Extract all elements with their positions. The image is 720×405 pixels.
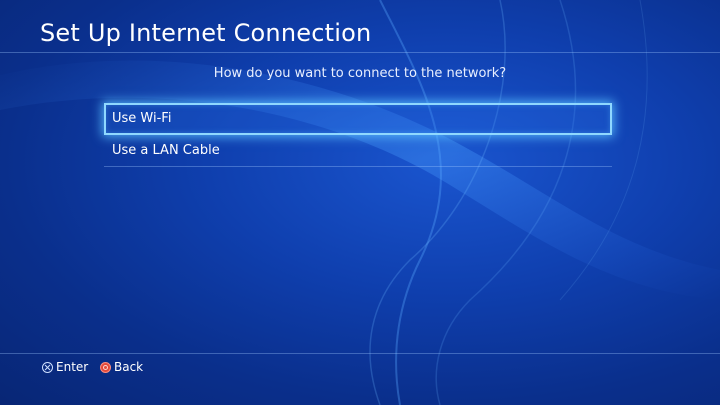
menu-item-use-wifi[interactable]: Use Wi-Fi — [104, 103, 612, 135]
enter-label: Enter — [56, 360, 89, 374]
menu-item-label: Use a LAN Cable — [112, 143, 220, 158]
header-bar: Set Up Internet Connection — [0, 0, 720, 53]
footer-bar: Enter Back — [0, 353, 720, 405]
page-title: Set Up Internet Connection — [40, 19, 372, 47]
enter-hint[interactable]: Enter — [42, 360, 88, 374]
connection-menu: Use Wi-Fi Use a LAN Cable — [104, 103, 612, 167]
back-hint[interactable]: Back — [100, 360, 143, 374]
background-wave — [0, 0, 720, 405]
menu-item-use-lan-cable[interactable]: Use a LAN Cable — [104, 135, 612, 167]
menu-item-label: Use Wi-Fi — [112, 111, 172, 126]
cross-button-icon — [42, 361, 53, 373]
circle-button-icon — [100, 361, 111, 373]
back-label: Back — [114, 360, 144, 374]
connection-prompt: How do you want to connect to the networ… — [213, 66, 507, 81]
